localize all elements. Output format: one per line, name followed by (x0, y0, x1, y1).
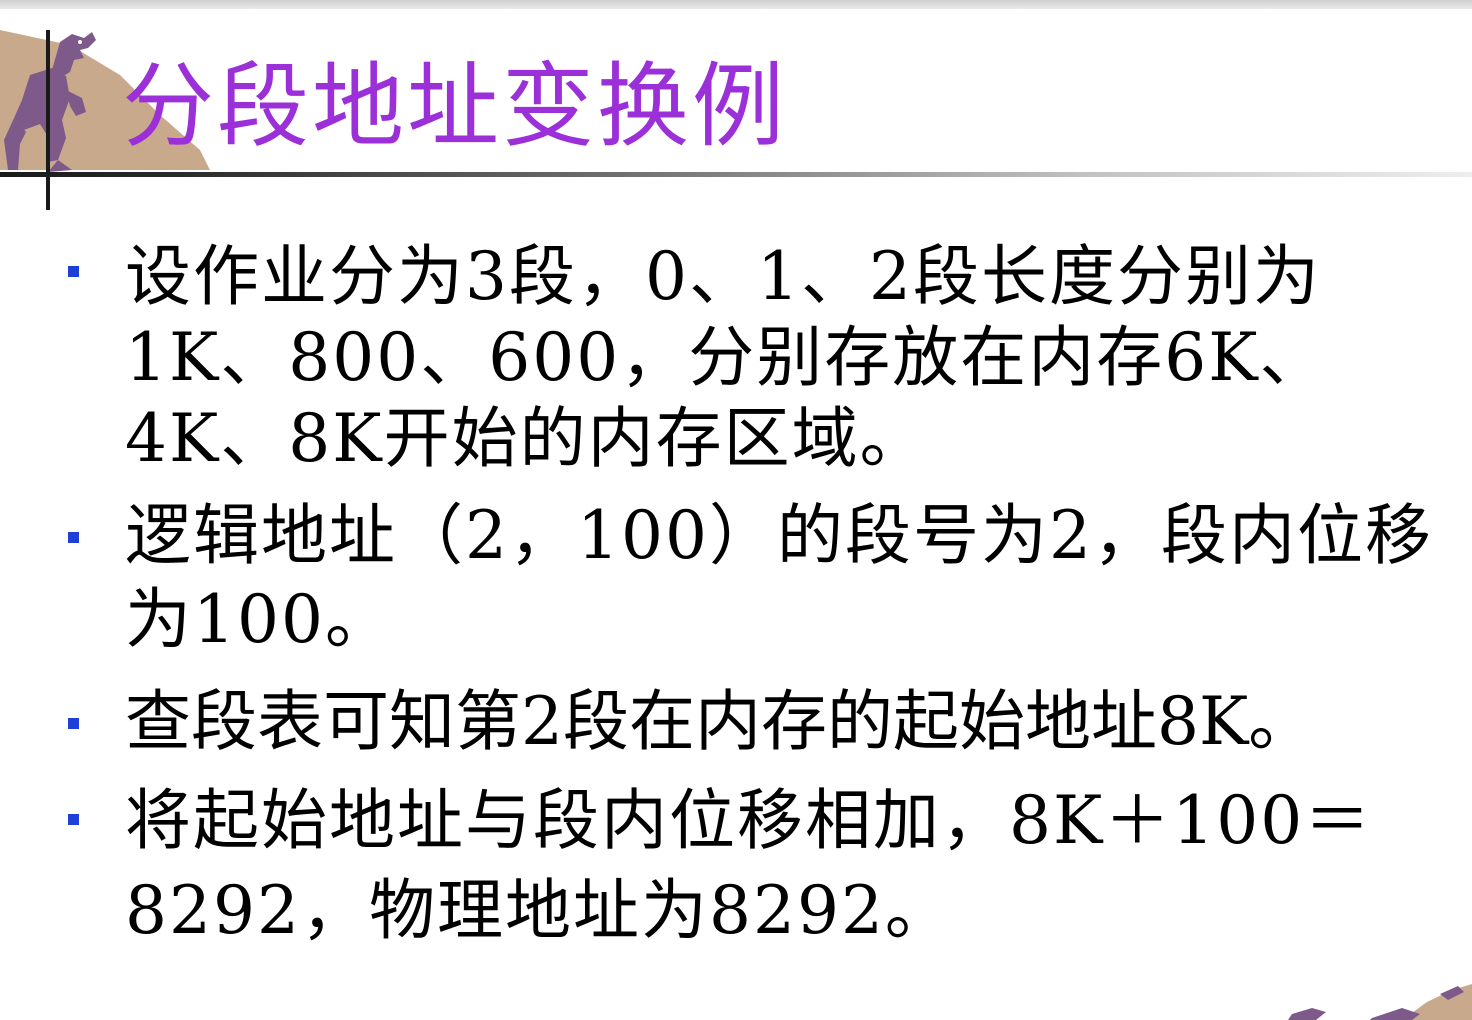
top-band (0, 0, 1472, 9)
square-bullet-icon (68, 266, 79, 277)
dinosaur-fragment-icon (1288, 984, 1472, 1020)
vertical-rule (46, 30, 50, 210)
square-bullet-icon (68, 814, 79, 825)
bullet-text: 将起始地址与段内位移相加，8K＋100＝8292，物理地址为8292。 (125, 782, 1373, 949)
slide: 分段地址变换例 设作业分为3段，0、1、2段长度分别为1K、800、600，分别… (0, 0, 1472, 1020)
bullet-text: 查段表可知第2段在内存的起始地址8K。 (125, 683, 1315, 760)
bullet-text: 设作业分为3段，0、1、2段长度分别为1K、800、600，分别存放在内存6K、… (125, 238, 1328, 477)
square-bullet-icon (68, 532, 79, 543)
bullet-text: 逻辑地址（2，100）的段号为2，段内位移为100。 (125, 497, 1433, 658)
slide-title: 分段地址变换例 (122, 53, 788, 160)
square-bullet-icon (68, 718, 79, 729)
title-underline (0, 172, 1472, 177)
